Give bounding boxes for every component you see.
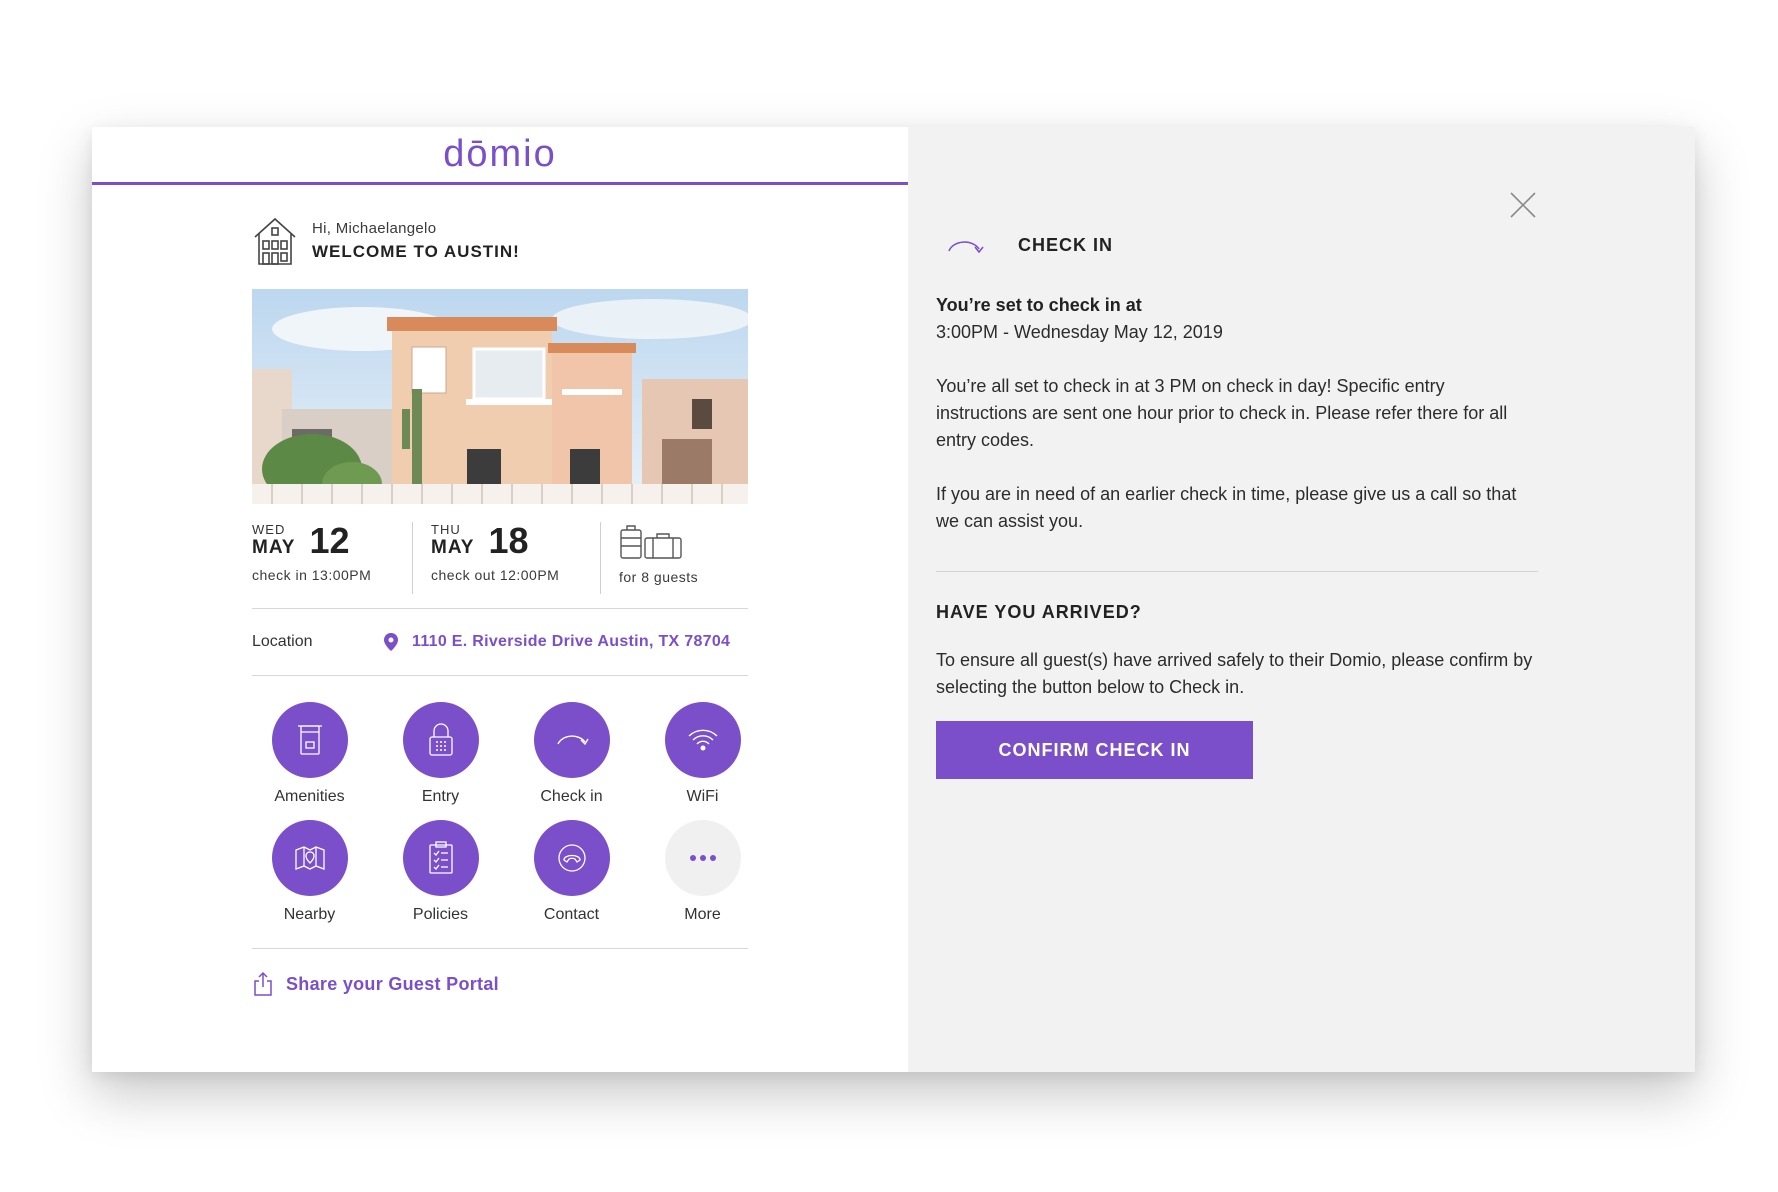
welcome-title: WELCOME TO AUSTIN! xyxy=(312,242,520,261)
check-in-content: CHECK IN You’re set to check in at 3:00P… xyxy=(936,233,1538,779)
panel-title: CHECK IN xyxy=(1018,234,1114,255)
map-pin-icon xyxy=(384,633,398,651)
tile-policies[interactable]: Policies xyxy=(375,820,506,924)
clipboard-icon xyxy=(428,841,453,874)
share-guest-portal-link[interactable]: Share your Guest Portal xyxy=(252,971,748,997)
domio-logo[interactable]: dōmio xyxy=(443,133,557,176)
guest-portal-panel: dōmio Hi, Michaelangelo WELCOME TO AUSTI… xyxy=(92,127,908,1072)
check-in-panel: CHECK IN You’re set to check in at 3:00P… xyxy=(908,127,1695,1072)
arrived-heading: HAVE YOU ARRIVED? xyxy=(936,602,1142,622)
contact-button[interactable] xyxy=(533,820,610,896)
share-icon xyxy=(254,971,272,996)
tile-nearby[interactable]: Nearby xyxy=(244,820,375,924)
house-icon xyxy=(254,217,296,265)
property-photo xyxy=(252,289,748,504)
tile-wifi[interactable]: WiFi xyxy=(637,702,768,806)
divider xyxy=(252,948,748,949)
tile-label: More xyxy=(684,906,721,923)
tile-label: Nearby xyxy=(283,906,336,923)
tile-label: Check in xyxy=(540,788,603,805)
greeting-text: Hi, Michaelangelo xyxy=(312,220,437,237)
check-in-arrow-icon xyxy=(556,735,589,746)
checkout-time: check out 12:00PM xyxy=(431,567,560,583)
tile-contact[interactable]: Contact xyxy=(506,820,637,924)
location-row: Location 1110 E. Riverside Drive Austin,… xyxy=(252,609,748,675)
more-button[interactable] xyxy=(664,820,741,896)
checkout-month: MAY xyxy=(431,537,475,558)
welcome-header: Hi, Michaelangelo WELCOME TO AUSTIN! xyxy=(252,215,748,267)
guest-count: for 8 guests xyxy=(600,522,716,594)
early-check-in-note: If you are in need of an earlier check i… xyxy=(936,484,1517,531)
phone-icon xyxy=(557,844,586,872)
entry-button[interactable] xyxy=(402,702,479,778)
tile-label: WiFi xyxy=(686,788,719,805)
amenities-button[interactable] xyxy=(271,702,348,778)
confirm-check-in-button[interactable]: CONFIRM CHECK IN xyxy=(936,721,1253,779)
checkout-date: THU MAY 18 check out 12:00PM xyxy=(412,522,600,594)
checkin-date: WED MAY 12 check in 13:00PM xyxy=(252,522,412,594)
location-address-link[interactable]: 1110 E. Riverside Drive Austin, TX 78704 xyxy=(412,633,730,651)
wifi-button[interactable] xyxy=(664,702,741,778)
tile-label: Amenities xyxy=(274,788,345,805)
location-label: Location xyxy=(252,633,313,650)
arrived-instructions: To ensure all guest(s) have arrived safe… xyxy=(936,650,1533,697)
tile-check-in[interactable]: Check in xyxy=(506,702,637,806)
stay-dates: WED MAY 12 check in 13:00PM THU MAY 18 c… xyxy=(252,522,748,594)
tile-label: Entry xyxy=(421,788,460,805)
checkout-day: 18 xyxy=(488,520,529,561)
guests-text: for 8 guests xyxy=(619,569,699,585)
checkin-time: check in 13:00PM xyxy=(252,567,372,583)
check-in-arrow-icon xyxy=(948,241,984,254)
tile-label: Contact xyxy=(543,906,600,923)
check-in-instructions: You’re all set to check in at 3 PM on ch… xyxy=(936,376,1508,450)
check-in-time-value: 3:00PM - Wednesday May 12, 2019 xyxy=(936,322,1223,342)
policies-button[interactable] xyxy=(402,820,479,896)
checkout-dow: THU xyxy=(431,522,461,537)
checkin-month: MAY xyxy=(252,537,296,558)
more-dots-icon xyxy=(689,855,716,861)
check-in-button[interactable] xyxy=(533,702,610,778)
tile-more[interactable]: More xyxy=(637,820,768,924)
nearby-button[interactable] xyxy=(271,820,348,896)
check-in-header: CHECK IN xyxy=(936,233,1538,257)
portal-menu-grid: Amenities Entry Check in WiFi Nearby Pol… xyxy=(244,702,748,924)
tile-entry[interactable]: Entry xyxy=(375,702,506,806)
lock-icon xyxy=(428,723,453,756)
map-icon xyxy=(294,846,325,870)
share-label: Share your Guest Portal xyxy=(286,973,499,994)
guest-portal-window: dōmio Hi, Michaelangelo WELCOME TO AUSTI… xyxy=(92,127,1695,1072)
header-bar: dōmio xyxy=(92,127,908,185)
tile-label: Policies xyxy=(412,906,469,923)
divider xyxy=(252,675,748,676)
close-icon[interactable] xyxy=(1508,190,1538,220)
tile-amenities[interactable]: Amenities xyxy=(244,702,375,806)
checkin-dow: WED xyxy=(252,522,286,537)
luggage-icon xyxy=(620,525,682,559)
check-in-time-heading: You’re set to check in at xyxy=(936,295,1142,315)
checkin-day: 12 xyxy=(309,520,350,561)
amenities-icon xyxy=(297,725,322,755)
portal-content: Hi, Michaelangelo WELCOME TO AUSTIN! WED… xyxy=(252,215,748,997)
wifi-icon xyxy=(688,729,717,751)
divider xyxy=(936,571,1538,572)
